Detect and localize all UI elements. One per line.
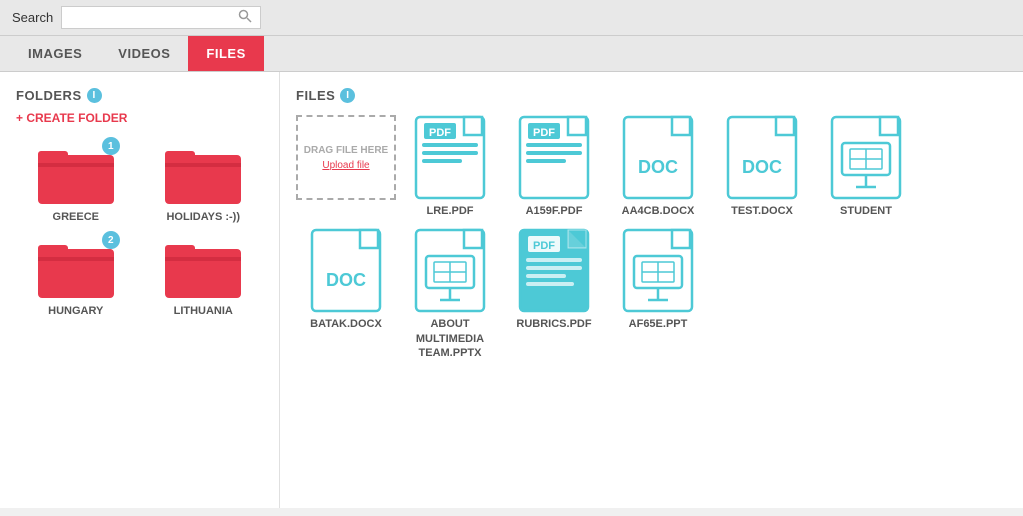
folders-title: FOLDERS i bbox=[16, 88, 263, 103]
tabs-bar: IMAGES VIDEOS FILES bbox=[0, 36, 1023, 72]
file-name: BATAK.DOCX bbox=[310, 317, 382, 331]
file-item[interactable]: PDF A159F.PDF bbox=[504, 115, 604, 218]
file-name: A159F.PDF bbox=[526, 204, 583, 218]
pdf-file-icon: PDF bbox=[518, 115, 590, 200]
folders-grid: 1 GREECE HOLIDAYS :-)) bbox=[16, 141, 263, 317]
folder-name: HUNGARY bbox=[48, 305, 103, 317]
svg-text:DOC: DOC bbox=[638, 157, 678, 177]
folder-name: LITHUANIA bbox=[174, 305, 233, 317]
folder-badge: 2 bbox=[102, 231, 120, 249]
ppt-file-icon bbox=[414, 228, 486, 313]
search-input-wrap bbox=[61, 6, 261, 29]
folder-icon bbox=[163, 235, 243, 300]
search-label: Search bbox=[12, 10, 53, 25]
file-name: AF65E.PPT bbox=[629, 317, 688, 331]
file-name: AA4CB.DOCX bbox=[622, 204, 695, 218]
file-name: LRE.PDF bbox=[426, 204, 473, 218]
files-title: FILES i bbox=[296, 88, 1007, 103]
folder-item[interactable]: HOLIDAYS :-)) bbox=[144, 141, 264, 223]
pdf-file-icon: PDF bbox=[518, 228, 590, 313]
folder-item[interactable]: 1 GREECE bbox=[16, 141, 136, 223]
folder-item[interactable]: LITHUANIA bbox=[144, 235, 264, 317]
search-bar: Search bbox=[0, 0, 1023, 36]
file-name: ABOUT MULTIMEDIA TEAM.PPTX bbox=[400, 317, 500, 360]
pdf-file-icon: PDF bbox=[414, 115, 486, 200]
files-info-icon: i bbox=[340, 88, 355, 103]
svg-text:PDF: PDF bbox=[533, 127, 555, 139]
tab-images[interactable]: IMAGES bbox=[10, 36, 100, 71]
files-grid: DRAG FILE HERE Upload file PDF LRE.PDF bbox=[296, 115, 1007, 360]
file-item[interactable]: PDF LRE.PDF bbox=[400, 115, 500, 218]
file-item[interactable]: DOC TEST.DOCX bbox=[712, 115, 812, 218]
file-name: RUBRICS.PDF bbox=[516, 317, 591, 331]
file-name: TEST.DOCX bbox=[731, 204, 793, 218]
svg-text:DOC: DOC bbox=[326, 270, 366, 290]
svg-text:PDF: PDF bbox=[533, 240, 555, 252]
folders-info-icon: i bbox=[87, 88, 102, 103]
folder-item[interactable]: 2 HUNGARY bbox=[16, 235, 136, 317]
search-input[interactable] bbox=[68, 10, 238, 25]
file-item[interactable]: PDF RUBRICS.PDF bbox=[504, 228, 604, 360]
folder-icon-wrap: 1 bbox=[36, 141, 116, 206]
tab-videos[interactable]: VIDEOS bbox=[100, 36, 188, 71]
sidebar: FOLDERS i + CREATE FOLDER 1 GREECE bbox=[0, 72, 280, 508]
file-item[interactable]: DOC AA4CB.DOCX bbox=[608, 115, 708, 218]
folder-icon-wrap bbox=[163, 235, 243, 300]
file-item[interactable]: AF65E.PPT bbox=[608, 228, 708, 360]
doc-file-icon: DOC bbox=[310, 228, 382, 313]
search-icon bbox=[238, 9, 252, 26]
main-content: FOLDERS i + CREATE FOLDER 1 GREECE bbox=[0, 72, 1023, 508]
doc-file-icon: DOC bbox=[726, 115, 798, 200]
doc-file-icon: DOC bbox=[622, 115, 694, 200]
file-name: STUDENT bbox=[840, 204, 892, 218]
file-item[interactable]: STUDENT bbox=[816, 115, 916, 218]
ppt-file-icon bbox=[622, 228, 694, 313]
drop-zone[interactable]: DRAG FILE HERE Upload file bbox=[296, 115, 396, 200]
folder-badge: 1 bbox=[102, 137, 120, 155]
drop-zone-item: DRAG FILE HERE Upload file bbox=[296, 115, 396, 218]
upload-file-link[interactable]: Upload file bbox=[322, 160, 369, 171]
svg-text:DOC: DOC bbox=[742, 157, 782, 177]
tab-files[interactable]: FILES bbox=[188, 36, 263, 71]
create-folder-button[interactable]: + CREATE FOLDER bbox=[16, 111, 263, 125]
files-area: FILES i DRAG FILE HERE Upload file bbox=[280, 72, 1023, 508]
folder-name: HOLIDAYS :-)) bbox=[166, 211, 240, 223]
file-item[interactable]: DOC BATAK.DOCX bbox=[296, 228, 396, 360]
folder-name: GREECE bbox=[53, 211, 99, 223]
ppt-file-icon bbox=[830, 115, 902, 200]
folder-icon-wrap bbox=[163, 141, 243, 206]
drag-text: DRAG FILE HERE bbox=[304, 144, 388, 157]
folder-icon-wrap: 2 bbox=[36, 235, 116, 300]
svg-text:PDF: PDF bbox=[429, 127, 451, 139]
folder-icon bbox=[163, 141, 243, 206]
file-item[interactable]: ABOUT MULTIMEDIA TEAM.PPTX bbox=[400, 228, 500, 360]
